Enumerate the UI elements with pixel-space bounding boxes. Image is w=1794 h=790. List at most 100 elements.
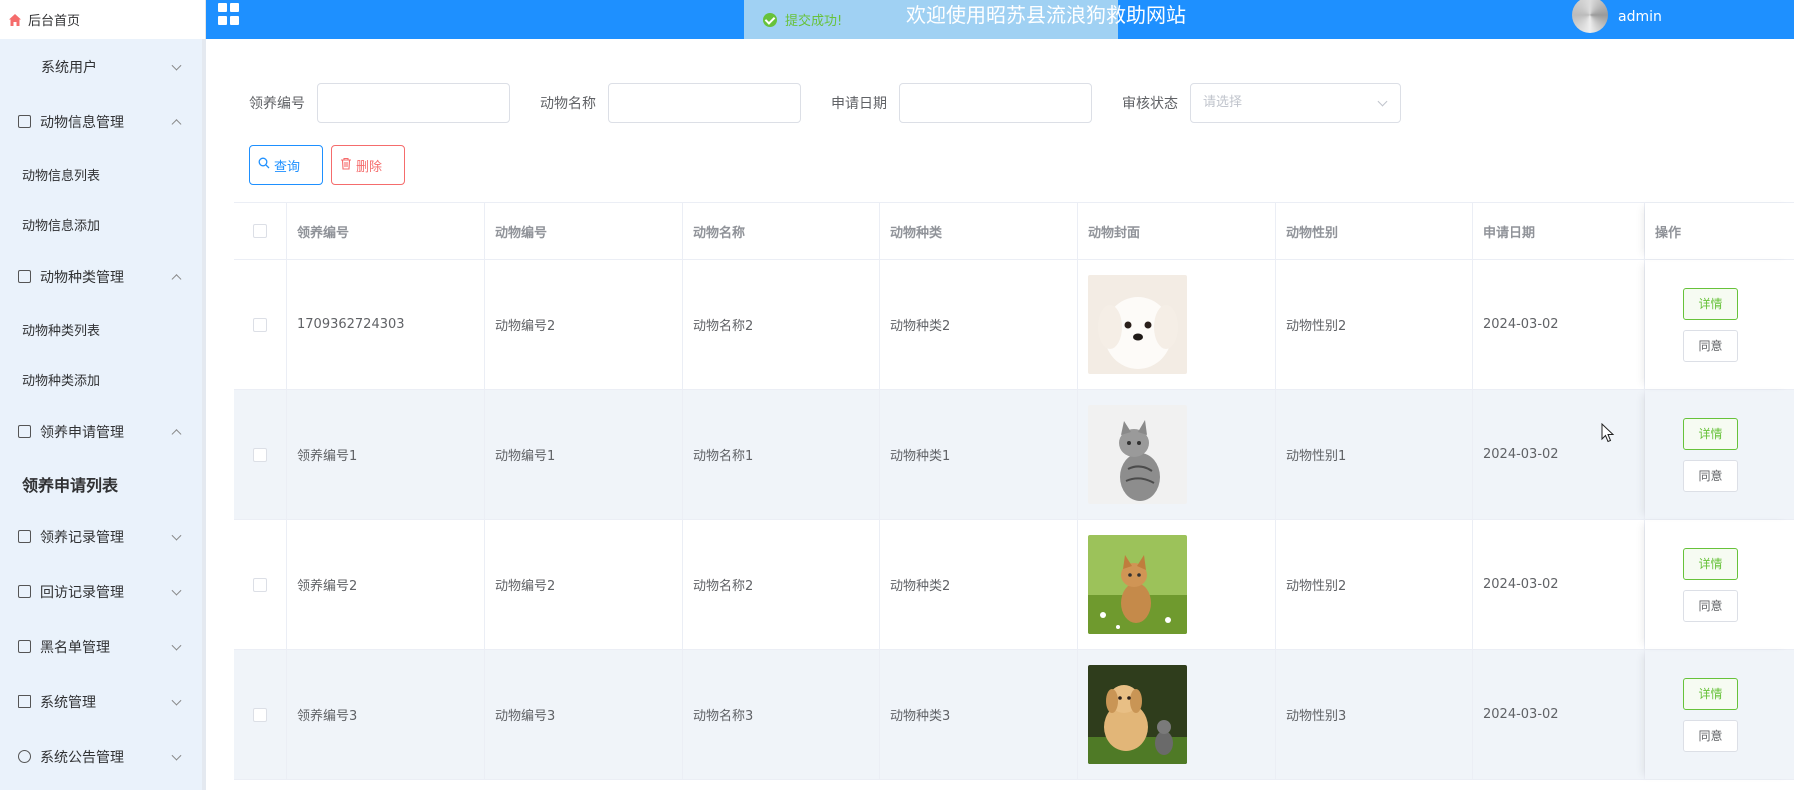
animal-type-cell: 动物种类2 xyxy=(880,260,1078,389)
delete-label: 删除 xyxy=(356,159,383,175)
table-row: 领养编号2 动物编号2 动物名称2 动物种类2 动物性别2 2024-03-02… xyxy=(234,520,1794,650)
sidebar-item-animal-type[interactable]: 动物种类管理 xyxy=(0,249,202,304)
column-header[interactable]: 申请日期 xyxy=(1473,203,1645,259)
column-header[interactable]: 动物名称 xyxy=(683,203,880,259)
delete-button[interactable]: 删除 xyxy=(331,145,405,185)
sidebar-item-label: 黑名单管理 xyxy=(40,639,110,656)
chevron-up-icon xyxy=(171,273,182,284)
agree-button[interactable]: 同意 xyxy=(1683,329,1738,362)
sidebar-item-system-users[interactable]: 系统用户 xyxy=(0,39,1398,94)
detail-button[interactable]: 详情 xyxy=(1683,677,1738,710)
animal-cover-image[interactable] xyxy=(1088,535,1187,634)
sidebar-subitem-apply-list[interactable]: 领养申请列表 xyxy=(0,459,202,509)
animal-name-input[interactable] xyxy=(608,83,801,123)
chevron-up-icon xyxy=(171,428,182,439)
home-link[interactable]: 后台首页 xyxy=(0,0,206,39)
animal-name-cell: 动物名称2 xyxy=(683,260,880,389)
column-header: 操作 xyxy=(1645,203,1794,259)
agree-button[interactable]: 同意 xyxy=(1683,719,1738,752)
toast-message: 提交成功! xyxy=(785,14,843,29)
date-cell: 2024-03-02 xyxy=(1473,260,1645,389)
agree-button[interactable]: 同意 xyxy=(1683,589,1738,622)
animal-cover-image[interactable] xyxy=(1088,405,1187,504)
sidebar-subitem-animal-list[interactable]: 动物信息列表 xyxy=(0,149,202,199)
chevron-down-icon xyxy=(171,750,182,761)
select-all-cell xyxy=(234,203,287,259)
row-select-cell xyxy=(234,520,287,649)
sidebar-item-notice[interactable]: 系统公告管理 xyxy=(0,729,202,784)
detail-button[interactable]: 详情 xyxy=(1683,417,1738,450)
cover-cell xyxy=(1078,260,1276,389)
sidebar-item-system[interactable]: 系统管理 xyxy=(0,674,202,729)
column-header[interactable]: 动物编号 xyxy=(485,203,683,259)
user-menu[interactable]: admin xyxy=(1572,0,1662,33)
animal-no-cell: 动物编号2 xyxy=(485,260,683,389)
row-checkbox[interactable] xyxy=(253,317,267,332)
success-icon xyxy=(763,12,777,27)
sidebar-item-blacklist[interactable]: 黑名单管理 xyxy=(0,619,202,674)
table-row: 领养编号3 动物编号3 动物名称3 动物种类3 动物性别3 2024-03-02… xyxy=(234,650,1794,780)
operation-cell: 详情 同意 xyxy=(1645,520,1794,649)
site-title: 欢迎使用昭苏县流浪狗救助网站 xyxy=(906,3,1186,27)
column-header[interactable]: 动物封面 xyxy=(1078,203,1276,259)
detail-button[interactable]: 详情 xyxy=(1683,547,1738,580)
sidebar-item-label: 系统公告管理 xyxy=(40,749,124,766)
table-row: 领养编号1 动物编号1 动物名称1 动物种类1 动物性别1 2024-03-02… xyxy=(234,390,1794,520)
apply-date-label: 申请日期 xyxy=(831,96,887,112)
date-cell: 2024-03-02 xyxy=(1473,520,1645,649)
sidebar: 系统用户 动物信息管理 动物信息列表 动物信息添加 动物种类管理 动物种类列表 … xyxy=(0,39,1398,790)
date-cell: 2024-03-02 xyxy=(1473,390,1645,519)
animal-cover-image[interactable] xyxy=(1088,665,1187,764)
adopt-no-cell: 领养编号1 xyxy=(287,390,485,519)
column-header[interactable]: 领养编号 xyxy=(287,203,485,259)
sidebar-item-adopt-apply[interactable]: 领养申请管理 xyxy=(0,404,202,459)
row-checkbox[interactable] xyxy=(253,577,267,592)
cover-cell xyxy=(1078,650,1276,779)
audit-status-select[interactable]: 请选择 xyxy=(1190,83,1401,123)
sidebar-item-animal-info[interactable]: 动物信息管理 xyxy=(0,94,202,149)
apply-date-input[interactable] xyxy=(899,83,1092,123)
row-checkbox[interactable] xyxy=(253,447,267,462)
animal-cover-image[interactable] xyxy=(1088,275,1187,374)
adopt-no-cell: 领养编号3 xyxy=(287,650,485,779)
animal-type-cell: 动物种类3 xyxy=(880,650,1078,779)
select-all-checkbox[interactable] xyxy=(253,224,267,238)
row-select-cell xyxy=(234,390,287,519)
module-icon xyxy=(18,530,31,543)
sidebar-item-visit-record[interactable]: 回访记录管理 xyxy=(0,564,202,619)
sidebar-subitem-type-list[interactable]: 动物种类列表 xyxy=(0,304,202,354)
gender-cell: 动物性别2 xyxy=(1276,520,1473,649)
module-icon xyxy=(18,425,31,438)
animal-type-cell: 动物种类1 xyxy=(880,390,1078,519)
detail-button[interactable]: 详情 xyxy=(1683,287,1738,320)
cover-cell xyxy=(1078,390,1276,519)
home-icon xyxy=(8,13,22,27)
header: 后台首页 提交成功! 欢迎使用昭苏县流浪狗救助网站 admin xyxy=(0,0,1794,39)
module-icon xyxy=(18,640,31,653)
adopt-no-input[interactable] xyxy=(317,83,510,123)
action-bar: 查询 删除 xyxy=(249,145,405,185)
sidebar-item-label: 系统管理 xyxy=(40,694,96,711)
row-checkbox[interactable] xyxy=(253,707,267,722)
sidebar-subitem-type-add[interactable]: 动物种类添加 xyxy=(0,354,202,404)
query-button[interactable]: 查询 xyxy=(249,145,323,185)
main-content: 领养编号 动物名称 申请日期 审核状态 请选择 查询 删除 领养编号 动物编号 … xyxy=(210,39,1794,790)
cover-cell xyxy=(1078,520,1276,649)
chevron-down-icon xyxy=(171,530,182,541)
adopt-no-cell: 1709362724303 xyxy=(287,260,485,389)
agree-button[interactable]: 同意 xyxy=(1683,459,1738,492)
column-header[interactable]: 动物种类 xyxy=(880,203,1078,259)
sidebar-item-label: 回访记录管理 xyxy=(40,584,124,601)
operation-cell: 详情 同意 xyxy=(1645,390,1794,519)
sidebar-item-adopt-record[interactable]: 领养记录管理 xyxy=(0,509,202,564)
column-header[interactable]: 动物性别 xyxy=(1276,203,1473,259)
sidebar-item-label: 动物种类管理 xyxy=(40,269,124,286)
gender-cell: 动物性别1 xyxy=(1276,390,1473,519)
row-select-cell xyxy=(234,260,287,389)
module-icon xyxy=(18,270,31,283)
sidebar-item-label: 领养申请管理 xyxy=(40,424,124,441)
chevron-down-icon xyxy=(1377,96,1388,107)
chevron-down-icon xyxy=(171,695,182,706)
menu-toggle-icon[interactable] xyxy=(218,3,240,25)
sidebar-subitem-animal-add[interactable]: 动物信息添加 xyxy=(0,199,202,249)
